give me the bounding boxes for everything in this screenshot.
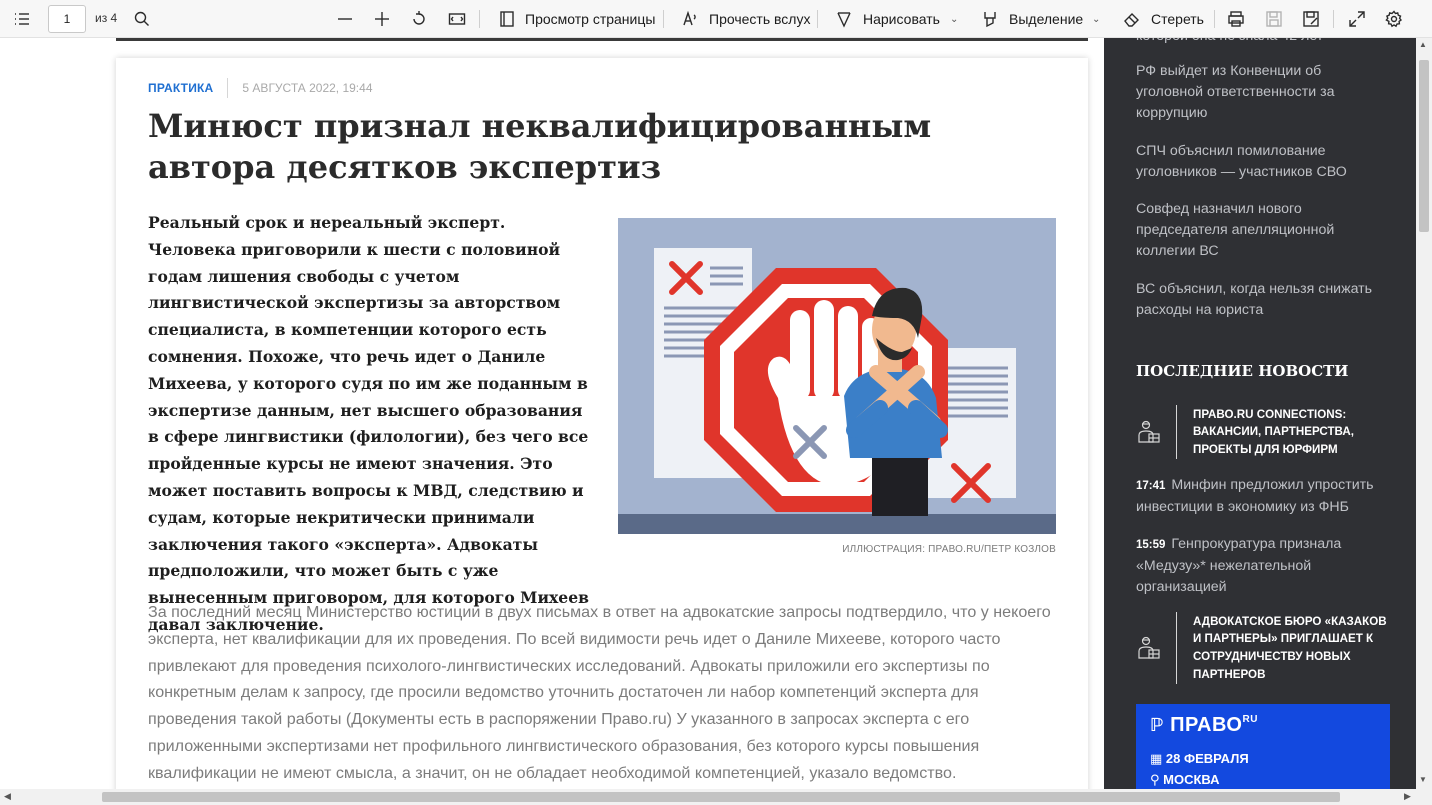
article-lead: Реальный срок и нереальный эксперт. Чело… [148, 213, 589, 634]
fit-width-icon[interactable] [446, 8, 468, 30]
article-card: ПРАКТИКА 5 АВГУСТА 2022, 19:44 Минюст пр… [116, 58, 1088, 789]
page-number-input[interactable]: 1 [48, 5, 86, 33]
read-aloud-icon[interactable] [680, 8, 702, 30]
toolbar-divider [479, 10, 480, 28]
article-title: Минюст признал неквалифицированным автор… [148, 107, 932, 186]
promo-connections[interactable]: ПРАВО.RU CONNECTIONS: ВАКАНСИИ, ПАРТНЕРС… [1134, 405, 1393, 459]
vertical-scrollbar[interactable]: ▲ ▼ [1416, 38, 1432, 789]
worker-icon [1134, 633, 1164, 663]
meta-divider [227, 78, 229, 98]
promo-divider [1176, 612, 1177, 684]
zoom-in-icon[interactable] [371, 8, 393, 30]
calendar-icon: ▦ [1150, 751, 1163, 766]
right-sidebar: которой она не знала 42 лет РФ выйдет из… [1104, 38, 1416, 789]
pravo-logo: ℙ ПРАВОRU [1150, 714, 1258, 736]
highlight-icon[interactable] [979, 8, 1001, 30]
draw-icon[interactable] [833, 8, 855, 30]
sidebar-news-item[interactable]: ВС объяснил, когда нельзя снижать расход… [1136, 279, 1386, 321]
image-caption: ИЛЛЮСТРАЦИЯ: ПРАВО.RU/ПЕТР КОЗЛОВ [842, 544, 1056, 555]
page-edge [116, 38, 1088, 41]
zoom-out-icon[interactable] [334, 8, 356, 30]
article-meta: ПРАКТИКА 5 АВГУСТА 2022, 19:44 [148, 78, 373, 98]
promo-kazakov[interactable]: АДВОКАТСКОЕ БЮРО «КАЗАКОВ И ПАРТНЕРЫ» ПР… [1134, 612, 1393, 684]
document-viewport: ПРАКТИКА 5 АВГУСТА 2022, 19:44 Минюст пр… [0, 38, 1416, 789]
promo-divider [1176, 405, 1177, 459]
settings-gear-icon[interactable] [1383, 8, 1405, 30]
news-time: 15:59 [1136, 539, 1166, 551]
banner-date-text: 28 ФЕВРАЛЯ [1165, 751, 1249, 766]
promo-text[interactable]: АДВОКАТСКОЕ БЮРО «КАЗАКОВ И ПАРТНЕРЫ» ПР… [1193, 613, 1393, 683]
scroll-left-arrow-icon[interactable]: ◀ [4, 791, 11, 802]
toolbar-divider [1333, 10, 1334, 28]
article-illustration [618, 218, 1056, 534]
timed-news-item[interactable]: 17:41 Минфин предложил упростить инвестиц… [1136, 475, 1386, 518]
read-aloud-button[interactable]: Прочесть вслух [709, 11, 810, 27]
scroll-right-arrow-icon[interactable]: ▶ [1404, 791, 1411, 802]
toolbar-divider [817, 10, 818, 28]
chevron-down-icon[interactable]: ⌄ [950, 14, 958, 25]
sidebar-news-item[interactable]: СПЧ объяснил помилование уголовников — у… [1136, 141, 1386, 183]
save-as-icon[interactable] [1300, 8, 1322, 30]
page-total-label: из 4 [95, 11, 118, 25]
latest-news-heading: ПОСЛЕДНИЕ НОВОСТИ [1136, 362, 1349, 380]
banner-date: ▦ 28 ФЕВРАЛЯ [1150, 751, 1249, 767]
print-icon[interactable] [1225, 8, 1247, 30]
article-category[interactable]: ПРАКТИКА [148, 81, 213, 95]
horizontal-scroll-thumb[interactable] [102, 792, 1340, 802]
draw-button[interactable]: Нарисовать [863, 11, 940, 27]
banner-city-text: МОСКВА [1163, 772, 1220, 787]
scroll-down-arrow-icon[interactable]: ▼ [1419, 775, 1427, 784]
pdf-toolbar: 1 из 4 Просмотр страницы Прочесть вслух … [0, 0, 1432, 38]
sidebar-news-item[interactable]: Совфед назначил нового председателя апел… [1136, 199, 1386, 262]
article-body: За последний месяц Министерство юстиции … [148, 603, 1051, 782]
toolbar-divider [1214, 10, 1215, 28]
save-icon[interactable] [1263, 8, 1285, 30]
chevron-down-icon[interactable]: ⌄ [1092, 14, 1100, 25]
sidebar-news-item[interactable]: РФ выйдет из Конвенции об уголовной отве… [1136, 61, 1386, 124]
promo-text[interactable]: ПРАВО.RU CONNECTIONS: ВАКАНСИИ, ПАРТНЕРС… [1193, 406, 1393, 459]
toolbar-divider [663, 10, 664, 28]
worker-icon [1134, 417, 1164, 447]
horizontal-scrollbar[interactable]: ◀ ▶ [0, 789, 1416, 805]
event-banner[interactable]: ℙ ПРАВОRU ▦ 28 ФЕВРАЛЯ ⚲ МОСКВА [1136, 704, 1390, 789]
timed-news-item[interactable]: 15:59 Генпрокуратура признала «Медузу»* н… [1136, 534, 1386, 598]
scroll-up-arrow-icon[interactable]: ▲ [1419, 40, 1427, 49]
logo-sup: RU [1242, 714, 1258, 725]
contents-list-icon[interactable] [11, 8, 33, 30]
logo-text: ПРАВО [1170, 714, 1243, 736]
fullscreen-icon[interactable] [1346, 8, 1368, 30]
banner-city: ⚲ МОСКВА [1150, 772, 1220, 788]
page-view-icon[interactable] [496, 8, 518, 30]
news-text[interactable]: Минфин предложил упростить инвестиции в … [1136, 477, 1374, 515]
page-view-button[interactable]: Просмотр страницы [525, 11, 655, 27]
scrollbar-corner [1416, 789, 1432, 805]
news-time: 17:41 [1136, 480, 1166, 492]
location-pin-icon: ⚲ [1150, 772, 1160, 787]
highlight-button[interactable]: Выделение [1009, 11, 1083, 27]
news-text[interactable]: Генпрокуратура признала «Медузу»* нежела… [1136, 536, 1341, 595]
search-icon[interactable] [131, 8, 153, 30]
sidebar-news-item[interactable]: которой она не знала 42 лет [1136, 38, 1386, 47]
eraser-icon[interactable] [1121, 8, 1143, 30]
erase-button[interactable]: Стереть [1151, 11, 1204, 27]
rotate-icon[interactable] [408, 8, 430, 30]
vertical-scroll-thumb[interactable] [1419, 60, 1429, 232]
article-date: 5 АВГУСТА 2022, 19:44 [242, 81, 373, 95]
